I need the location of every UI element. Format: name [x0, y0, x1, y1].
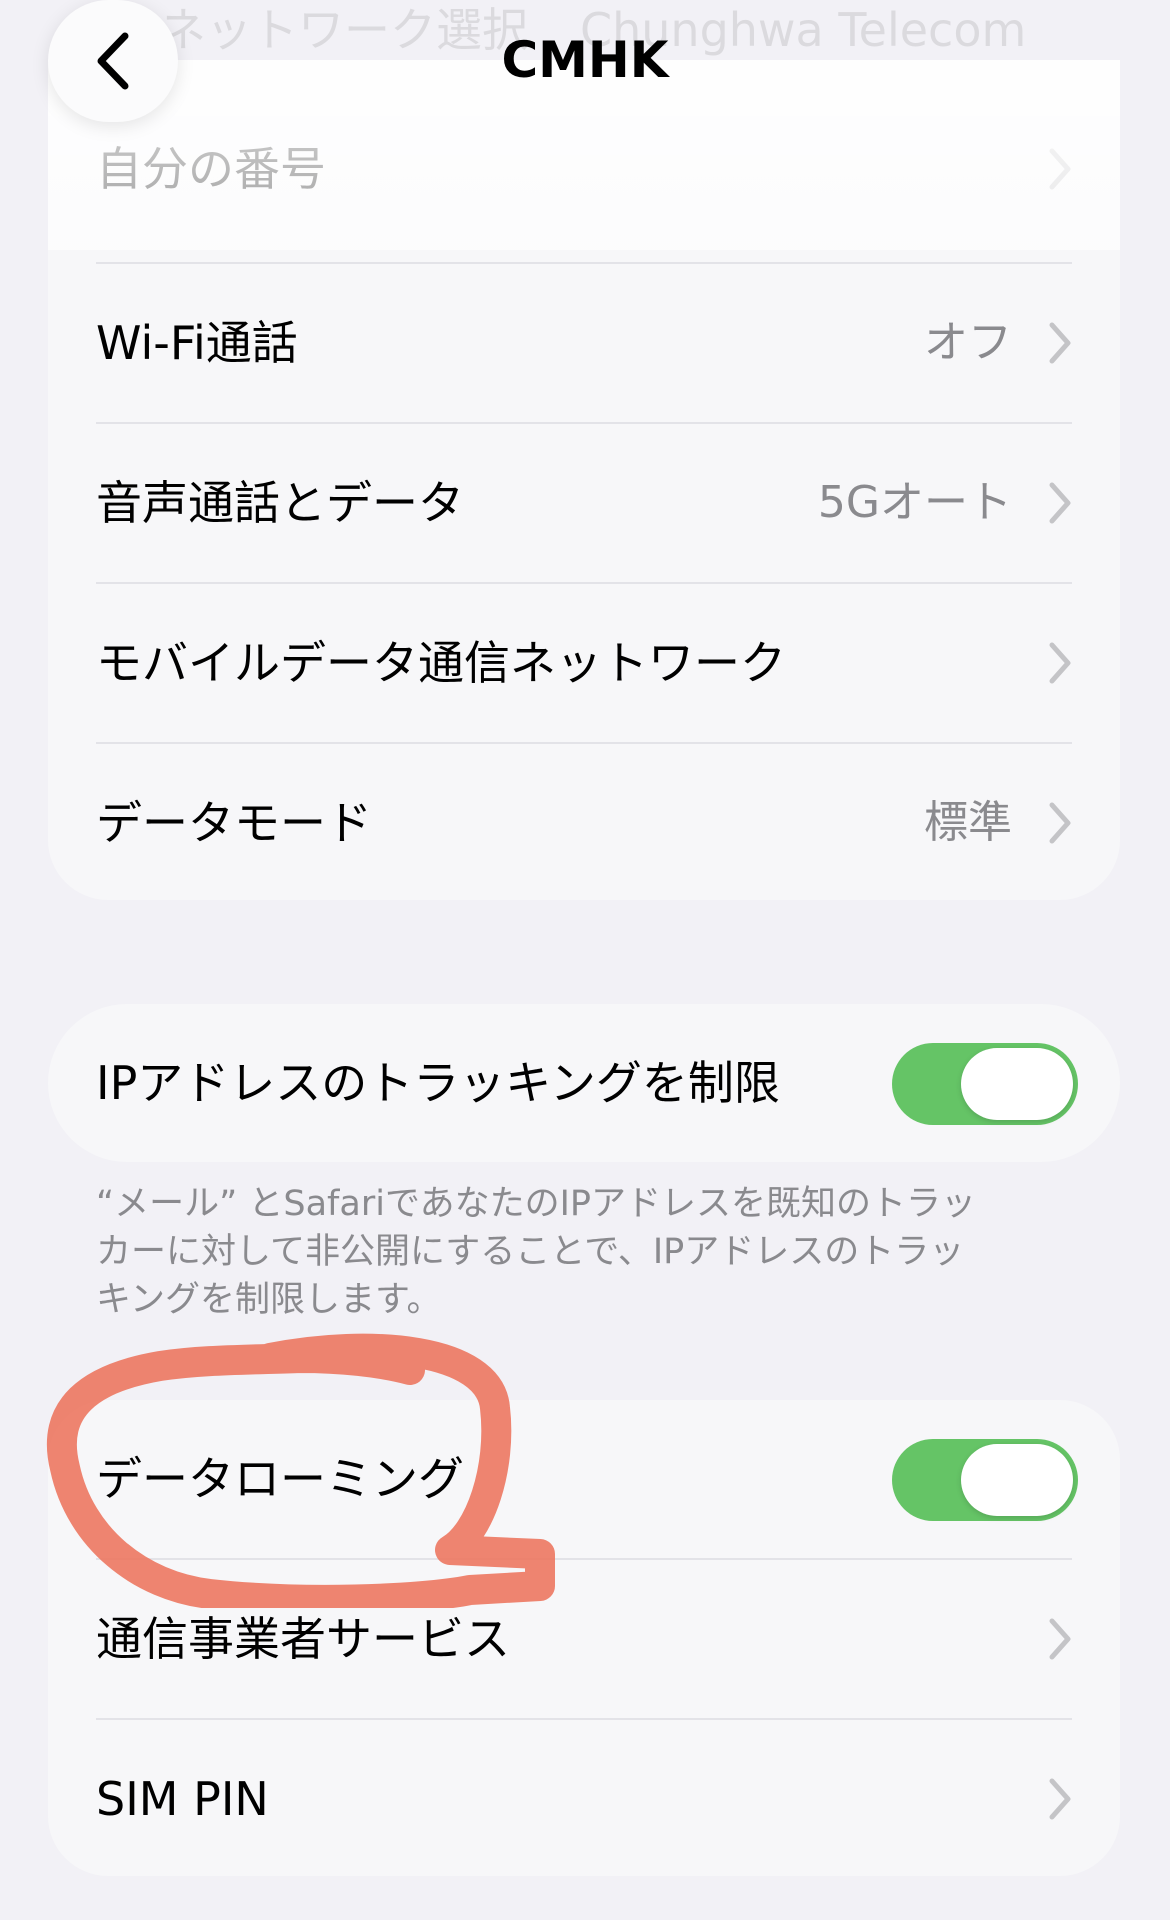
row-label: IPアドレスのトラッキングを制限 — [96, 1056, 780, 1110]
row-voice-data[interactable]: 音声通話とデータ 5Gオート — [48, 424, 1120, 582]
chevron-right-icon — [1049, 1778, 1071, 1820]
chevron-right-icon — [1049, 642, 1071, 684]
row-value: オフ — [924, 317, 1012, 368]
row-my-number[interactable]: 自分の番号 — [48, 90, 1120, 248]
toggle-knob — [961, 1444, 1073, 1516]
roaming-group: データローミング 通信事業者サービス SIM PIN — [48, 1400, 1120, 1876]
row-label: Wi-Fi通話 — [96, 316, 298, 370]
row-data-roaming: データローミング — [48, 1400, 1120, 1558]
row-label: データローミング — [96, 1452, 464, 1506]
row-carrier-services[interactable]: 通信事業者サービス — [48, 1560, 1120, 1718]
chevron-right-icon — [1049, 322, 1071, 364]
row-limit-ip-tracking: IPアドレスのトラッキングを制限 — [48, 1004, 1120, 1162]
toggle-knob — [961, 1048, 1073, 1120]
row-value: 5Gオート — [817, 477, 1012, 528]
row-label: モバイルデータ通信ネットワーク — [96, 636, 786, 690]
chevron-right-icon — [1049, 1618, 1071, 1660]
row-wifi-calling[interactable]: Wi-Fi通話 オフ — [48, 264, 1120, 422]
row-sim-pin[interactable]: SIM PIN — [48, 1720, 1120, 1876]
back-button[interactable] — [48, 0, 178, 122]
row-cellular-data-network[interactable]: モバイルデータ通信ネットワーク — [48, 584, 1120, 742]
row-label: 音声通話とデータ — [96, 476, 464, 530]
settings-page: ネットワーク選択 Chunghwa Telecom CMHK 自分の番号 Wi-… — [0, 0, 1170, 1920]
chevron-left-icon — [97, 32, 129, 90]
row-label: SIM PIN — [96, 1772, 269, 1826]
chevron-right-icon — [1049, 482, 1071, 524]
row-data-mode[interactable]: データモード 標準 — [48, 744, 1120, 900]
row-value: 標準 — [924, 797, 1012, 848]
ip-tracking-group: IPアドレスのトラッキングを制限 — [48, 1004, 1120, 1162]
chevron-right-icon — [1049, 148, 1071, 190]
limit-ip-tracking-toggle[interactable] — [892, 1043, 1078, 1125]
ip-tracking-footnote: “メール” とSafariであなたのIPアドレスを既知のトラッカーに対して非公開… — [96, 1184, 977, 1320]
row-label: 通信事業者サービス — [96, 1612, 510, 1666]
chevron-right-icon — [1049, 802, 1071, 844]
cellular-settings-group: 自分の番号 Wi-Fi通話 オフ 音声通話とデータ 5Gオート モバイルデータ通… — [48, 60, 1120, 900]
data-roaming-toggle[interactable] — [892, 1439, 1078, 1521]
row-label: データモード — [96, 796, 372, 850]
